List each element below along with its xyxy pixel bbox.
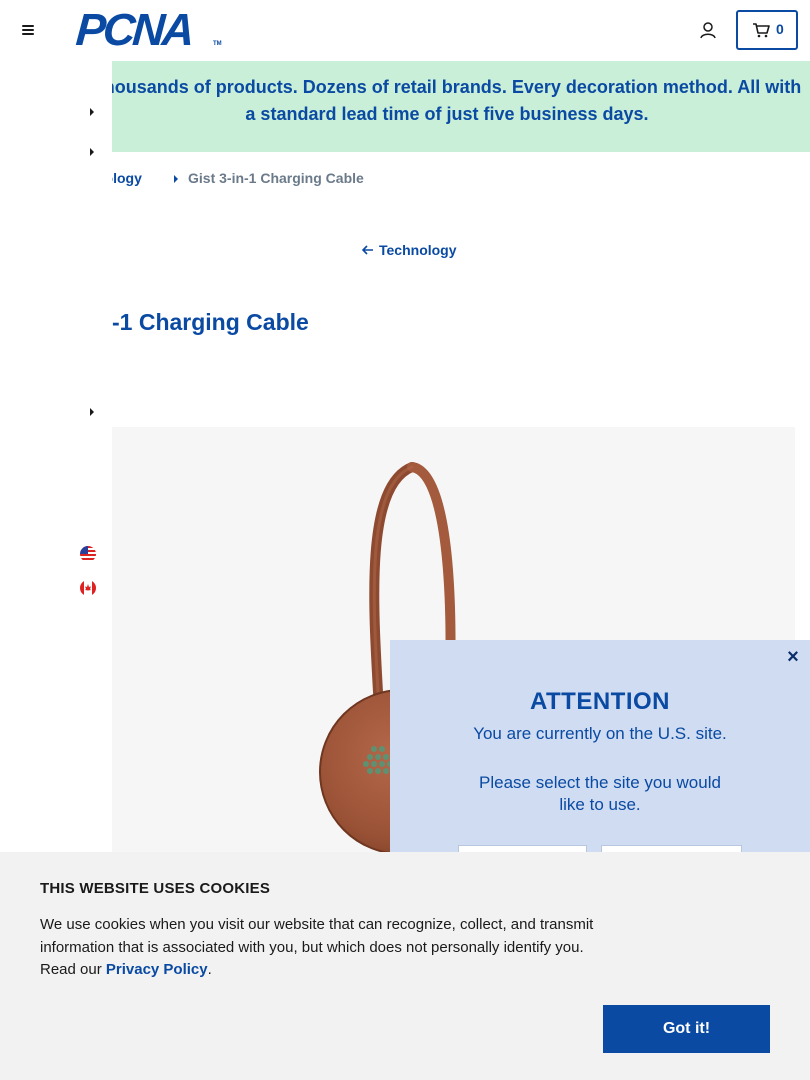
logo-trademark: TM: [213, 41, 222, 47]
breadcrumb-current: Gist 3-in-1 Charging Cable: [188, 170, 364, 186]
logo-text: PCNA: [74, 4, 194, 55]
caret-right-icon: [174, 175, 178, 183]
cart-icon: [753, 23, 770, 38]
product-title: -1 Charging Cable: [112, 309, 309, 335]
promo-text: Thousands of products. Dozens of retail …: [92, 77, 802, 124]
account-icon[interactable]: [696, 18, 720, 42]
site-select-modal: [390, 640, 810, 852]
side-menu: [0, 60, 112, 852]
arrow-left-icon: [362, 245, 373, 255]
cookie-body: We use cookies when you visit our websit…: [40, 914, 610, 982]
cart-button[interactable]: 0: [736, 10, 798, 50]
site-header: PCNA TM 0: [0, 0, 810, 60]
canada-flag-icon[interactable]: [80, 580, 96, 596]
back-to-category-link[interactable]: Technology: [379, 242, 457, 258]
caret-right-icon[interactable]: [88, 406, 96, 418]
modal-title: ATTENTION: [529, 688, 671, 715]
close-icon[interactable]: ×: [784, 647, 802, 667]
promo-banner: Thousands of products. Dozens of retail …: [0, 61, 810, 152]
modal-prompt: Please select the site you would like to…: [479, 773, 721, 814]
menu-icon[interactable]: [18, 20, 40, 40]
cookie-title: THIS WEBSITE USES COOKIES: [40, 880, 271, 897]
caret-right-icon[interactable]: [88, 106, 96, 118]
privacy-policy-link[interactable]: Privacy Policy: [106, 961, 208, 978]
cookie-banner: THIS WEBSITE USES COOKIES We use cookies…: [0, 852, 810, 1080]
cookie-body-end: .: [207, 961, 212, 978]
us-flag-icon[interactable]: [80, 546, 96, 562]
accept-cookies-button[interactable]: Got it!: [603, 1005, 770, 1053]
modal-message: You are currently on the U.S. site.: [473, 724, 727, 743]
pcna-logo[interactable]: PCNA TM: [74, 4, 226, 55]
caret-right-icon[interactable]: [88, 146, 96, 158]
cart-count: 0: [776, 21, 784, 37]
